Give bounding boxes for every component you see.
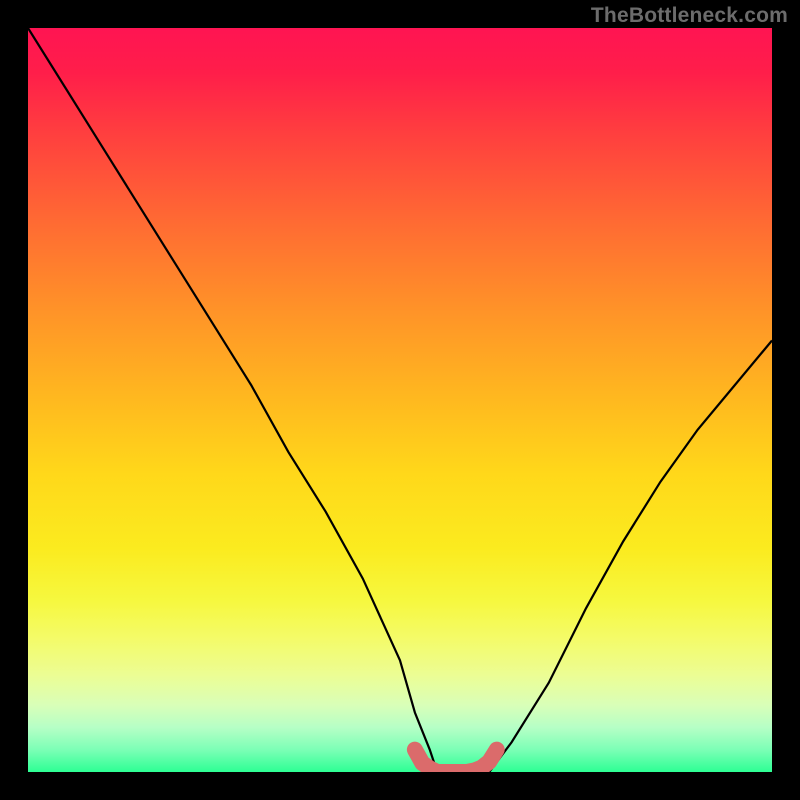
chart-frame: TheBottleneck.com — [0, 0, 800, 800]
plot-area — [28, 28, 772, 772]
watermark-text: TheBottleneck.com — [591, 4, 788, 28]
bottleneck-curve — [28, 28, 772, 772]
curve-group — [28, 28, 772, 772]
chart-svg — [28, 28, 772, 772]
flat-bottom-highlight — [415, 750, 497, 772]
